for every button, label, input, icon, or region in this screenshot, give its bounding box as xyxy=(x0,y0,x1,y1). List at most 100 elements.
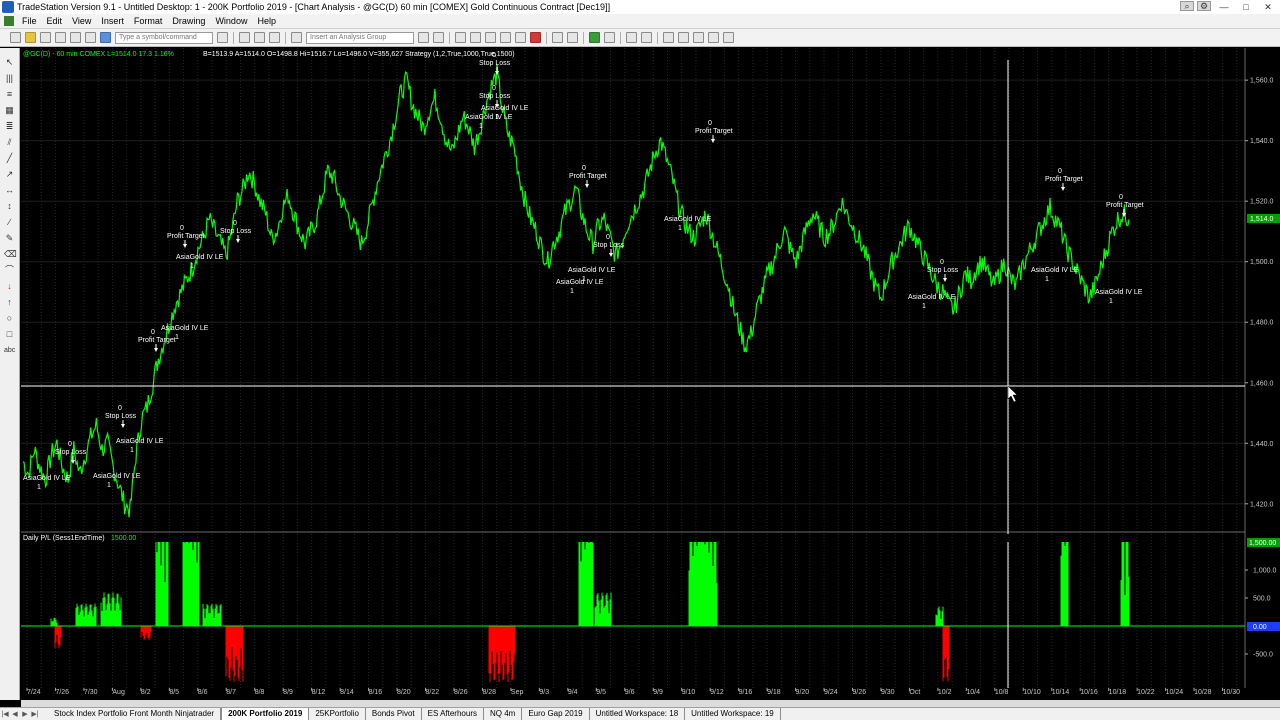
bar-chart-icon[interactable] xyxy=(485,32,496,43)
lock-icon[interactable] xyxy=(85,32,96,43)
radar-screen-icon[interactable] xyxy=(254,32,265,43)
doc-search-icon[interactable]: ⌕ xyxy=(1180,1,1194,11)
new-icon[interactable] xyxy=(10,32,21,43)
trendline-tool-icon[interactable]: ╱ xyxy=(4,154,15,163)
analysis-format-icon[interactable] xyxy=(418,32,429,43)
zoom-out-icon[interactable] xyxy=(641,32,652,43)
settings-icon[interactable] xyxy=(708,32,719,43)
tab-untitled-19[interactable]: Untitled Workspace: 19 xyxy=(685,708,781,720)
trade-entry-label: AsiaGold IV LE xyxy=(176,254,224,261)
tab-last-icon[interactable]: ▶| xyxy=(30,710,40,718)
open-folder-icon[interactable] xyxy=(25,32,36,43)
date-tick-label: 9/4 xyxy=(568,689,578,696)
tab-bonds-pivot[interactable]: Bonds Pivot xyxy=(366,708,422,720)
chart-window-icon[interactable] xyxy=(239,32,250,43)
pointer-icon[interactable] xyxy=(663,32,674,43)
zoom-in-icon[interactable] xyxy=(626,32,637,43)
minimize-button[interactable]: — xyxy=(1214,1,1234,13)
options-icon[interactable] xyxy=(723,32,734,43)
trade-qty-label: 1 xyxy=(479,123,483,130)
menu-insert[interactable]: Insert xyxy=(96,16,129,26)
trade-entry-label: AsiaGold IV LE xyxy=(664,216,712,223)
refresh-icon[interactable] xyxy=(455,32,466,43)
buy-arrow-icon[interactable]: ↑ xyxy=(4,298,15,307)
pen-tool-icon[interactable]: ✎ xyxy=(4,234,15,243)
close-button[interactable]: ✕ xyxy=(1258,1,1278,13)
symbol-go-icon[interactable] xyxy=(217,32,228,43)
hsegment-tool-icon[interactable]: ↔ xyxy=(4,186,15,195)
menu-format[interactable]: Format xyxy=(129,16,168,26)
menu-drawing[interactable]: Drawing xyxy=(167,16,210,26)
tab-25k-portfolio[interactable]: 25KPortfolio xyxy=(309,708,366,720)
chart-analysis-window[interactable]: Stop Loss 0 AsiaGold IV LE 1 AsiaGold IV LE 1… xyxy=(21,48,1280,700)
tab-untitled-18[interactable]: Untitled Workspace: 18 xyxy=(590,708,686,720)
arrow-left-icon[interactable] xyxy=(552,32,563,43)
tab-200k-portfolio[interactable]: 200K Portfolio 2019 xyxy=(221,708,310,720)
matrix-icon[interactable] xyxy=(269,32,280,43)
grid-icon[interactable] xyxy=(604,32,615,43)
candlestick-icon[interactable] xyxy=(500,32,511,43)
maximize-button[interactable]: □ xyxy=(1236,1,1256,13)
date-tick-label: 10/22 xyxy=(1137,689,1155,696)
point-figure-icon[interactable] xyxy=(530,32,541,43)
tab-euro-gap[interactable]: Euro Gap 2019 xyxy=(522,708,590,720)
channel-tool-icon[interactable]: ⫽ xyxy=(4,138,15,147)
sell-arrow-icon[interactable]: ↓ xyxy=(4,282,15,291)
menu-file[interactable]: File xyxy=(17,16,42,26)
grid-tool-icon[interactable]: ▦ xyxy=(4,106,15,115)
tab-prev-icon[interactable]: ◀ xyxy=(10,710,20,718)
ray-tool-icon[interactable]: ↗ xyxy=(4,170,15,179)
bar-tool-icon[interactable]: ||| xyxy=(4,74,15,83)
hline-tool-icon[interactable]: ≡ xyxy=(4,90,15,99)
trade-qty-label: 1 xyxy=(582,276,586,283)
crosshair-icon[interactable] xyxy=(678,32,689,43)
vline-tool-icon[interactable]: ↕ xyxy=(4,202,15,211)
price-chart[interactable]: Stop Loss 0 AsiaGold IV LE 1 AsiaGold IV LE 1… xyxy=(21,48,1280,700)
save-all-icon[interactable] xyxy=(55,32,66,43)
menu-help[interactable]: Help xyxy=(252,16,281,26)
trade-qty-label: 0 xyxy=(1058,168,1062,175)
tab-es-afterhours[interactable]: ES Afterhours xyxy=(422,708,484,720)
chart-document-icon[interactable] xyxy=(4,16,14,26)
fib-tool-icon[interactable]: ≣ xyxy=(4,122,15,131)
date-tick-label: 8/14 xyxy=(340,689,354,696)
trade-qty-label: 0 xyxy=(582,165,586,172)
line-chart-icon[interactable] xyxy=(515,32,526,43)
analysis-group-input[interactable]: Insert an Analysis Group xyxy=(306,31,414,44)
save-icon[interactable] xyxy=(40,32,51,43)
pointer-tool-icon[interactable]: ↖ xyxy=(4,58,15,67)
globe-icon[interactable] xyxy=(100,32,111,43)
color-icon[interactable] xyxy=(589,32,600,43)
eraser-tool-icon[interactable]: ⌫ xyxy=(4,250,17,259)
trade-qty-label: 1 xyxy=(922,303,926,310)
analysis-insert-icon[interactable] xyxy=(291,32,302,43)
price-tick-label: 1,540.0 xyxy=(1250,138,1273,145)
text-tool-icon[interactable]: abc xyxy=(4,346,15,355)
tab-first-icon[interactable]: |◀ xyxy=(0,710,10,718)
print-icon[interactable] xyxy=(70,32,81,43)
menu-bar: File Edit View Insert Format Drawing Win… xyxy=(0,14,1280,29)
trade-profit-target-label: Profit Target xyxy=(695,128,733,135)
tools-icon[interactable] xyxy=(693,32,704,43)
analysis-remove-icon[interactable] xyxy=(433,32,444,43)
menu-window[interactable]: Window xyxy=(210,16,252,26)
doc-gear-icon[interactable]: ⚙ xyxy=(1197,1,1211,11)
horizontal-scrollbar[interactable] xyxy=(21,700,1280,707)
arrow-right-icon[interactable] xyxy=(567,32,578,43)
arc-tool-icon[interactable]: ⌒ xyxy=(4,266,15,275)
tab-next-icon[interactable]: ▶ xyxy=(20,710,30,718)
trade-stop-loss-label: Stop Loss xyxy=(105,413,137,420)
date-tick-label: 8/28 xyxy=(482,689,496,696)
date-tick-label: 8/26 xyxy=(454,689,468,696)
rectangle-tool-icon[interactable]: □ xyxy=(4,330,15,339)
tab-stock-index-portfolio[interactable]: Stock Index Portfolio Front Month Ninjat… xyxy=(48,708,222,720)
menu-view[interactable]: View xyxy=(67,16,96,26)
menu-edit[interactable]: Edit xyxy=(42,16,68,26)
data-window-icon[interactable] xyxy=(470,32,481,43)
tab-nq-4m[interactable]: NQ 4m xyxy=(484,708,523,720)
symbol-input[interactable]: Type a symbol/command xyxy=(115,31,213,44)
date-tick-label: Oct xyxy=(909,689,920,696)
price-tick-label: 1,460.0 xyxy=(1250,380,1273,387)
regression-tool-icon[interactable]: ∕ xyxy=(4,218,15,227)
ellipse-tool-icon[interactable]: ○ xyxy=(4,314,15,323)
